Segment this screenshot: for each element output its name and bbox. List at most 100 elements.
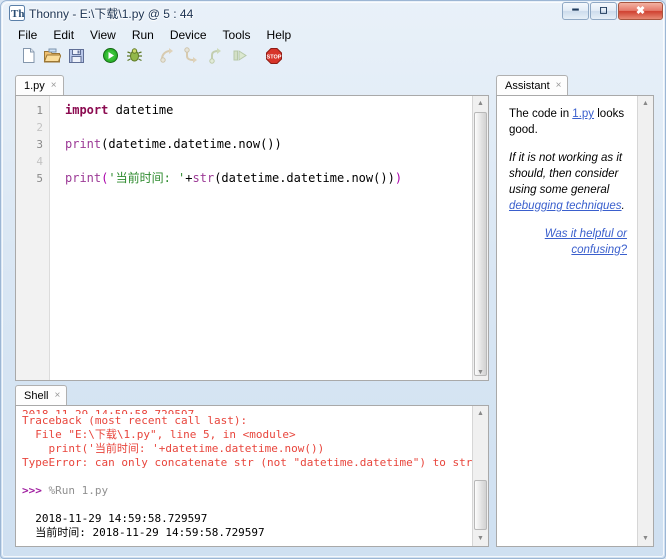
code-args-line5: (datetime.datetime.now()) [214,171,395,185]
window-controls: ━ ◻ ✖ [561,2,663,20]
stop-icon: STOP [265,47,283,68]
step-out-button[interactable] [205,46,227,68]
shell-line-file: File "E:\下载\1.py", line 5, in <module> [22,428,296,441]
assistant-paragraph-summary: The code in 1.py looks good. [509,106,627,138]
title-bar[interactable]: Th Thonny - E:\下载\1.py @ 5 : 44 ━ ◻ ✖ [1,1,666,25]
maximize-icon: ◻ [599,5,608,16]
menu-item-tools[interactable]: Tools [215,27,259,43]
shell-output-text[interactable]: 2018-11-29 14:59:58.729597 Traceback (mos… [16,406,472,546]
step-into-icon [183,47,201,67]
run-icon [102,47,119,67]
svg-text:Th: Th [11,8,24,20]
assistant-body: The code in 1.py looks good. If it is no… [496,95,654,547]
code-args-line3: (datetime.datetime.now()) [101,137,282,151]
minimize-button[interactable]: ━ [562,2,589,20]
assistant-tab-label: Assistant [505,79,550,92]
resume-button[interactable] [229,46,251,68]
assistant-hint-before: If it is not working as it should, then … [509,152,623,196]
assistant-tab[interactable]: Assistant × [496,75,569,95]
step-over-icon [159,47,177,67]
new-file-button[interactable] [17,46,39,68]
scroll-up-arrow-icon[interactable]: ▲ [473,96,488,111]
code-plus-line5: + [185,171,193,185]
maximize-button[interactable]: ◻ [590,2,617,20]
close-icon: ✖ [635,4,646,17]
menu-item-help[interactable]: Help [259,27,300,43]
open-file-icon [43,47,62,67]
menu-item-file[interactable]: File [10,27,45,43]
code-module-datetime: datetime [108,103,174,117]
shell-prompt: >>> [22,484,42,497]
assistant-tab-close-icon[interactable]: × [556,80,562,91]
editor-scrollbar-thumb[interactable] [474,112,487,376]
assistant-tabbar: Assistant × [496,75,569,96]
shell-body[interactable]: 2018-11-29 14:59:58.729597 Traceback (mos… [15,405,489,547]
shell-tabbar: Shell × [15,385,68,406]
run-button[interactable] [99,46,121,68]
shell-line-traceback: Traceback (most recent call last): [22,414,248,427]
editor-vertical-scrollbar[interactable]: ▲ ▼ [472,96,488,380]
editor-tab-label: 1.py [24,79,45,92]
shell-tab-close-icon[interactable]: × [54,390,60,401]
code-call-print-line5: print [65,171,102,185]
assistant-scroll-down-arrow-icon[interactable]: ▼ [638,531,653,546]
open-file-button[interactable] [41,46,63,68]
assistant-vertical-scrollbar[interactable]: ▲ ▼ [637,96,653,546]
shell-output-current-time: 当前时间: 2018-11-29 14:59:58.729597 [22,526,265,539]
menu-item-run[interactable]: Run [124,27,162,43]
step-over-button[interactable] [157,46,179,68]
debug-button[interactable] [123,46,145,68]
shell-scroll-up-arrow-icon[interactable]: ▲ [473,406,488,421]
step-into-button[interactable] [181,46,203,68]
assistant-feedback-link[interactable]: Was it helpful or confusing? [545,228,627,256]
shell-vertical-scrollbar[interactable]: ▲ ▼ [472,406,488,546]
menu-item-view[interactable]: View [82,27,124,43]
thonny-logo-icon: Th [9,5,25,21]
menu-item-device[interactable]: Device [162,27,215,43]
assistant-panel: Assistant × The code in 1.py looks good.… [496,75,654,547]
line-number: 1 [36,104,43,117]
save-file-button[interactable] [65,46,87,68]
assistant-summary-before: The code in [509,108,573,120]
menu-bar: File Edit View Run Device Tools Help [5,26,663,44]
menu-item-edit[interactable]: Edit [45,27,82,43]
code-call-print-line3: print [65,137,102,151]
assistant-link-1py[interactable]: 1.py [572,108,594,120]
shell-panel: Shell × 2018-11-29 14:59:58.729597 Traceb… [15,385,489,547]
window-title: Thonny - E:\下载\1.py @ 5 : 44 [29,7,194,21]
minimize-icon: ━ [572,5,579,16]
editor-line-number-gutter: 1 2 3 4 5 [16,96,50,380]
save-file-icon [68,47,85,67]
editor-body[interactable]: 1 2 3 4 5 import datetime print(datetime… [15,95,489,381]
code-paren-close-line5: ) [394,171,403,185]
shell-command-run: %Run 1.py [41,484,109,497]
assistant-hint-after: . [621,200,625,212]
toolbar: STOP [7,44,661,70]
assistant-scroll-up-arrow-icon[interactable]: ▲ [638,96,653,111]
code-keyword-import: import [65,103,109,117]
editor-tab-close-icon[interactable]: × [51,80,57,91]
shell-tab[interactable]: Shell × [15,385,68,405]
new-file-icon [20,47,37,67]
assistant-paragraph-hint: If it is not working as it should, then … [509,150,627,214]
stop-button[interactable]: STOP [263,46,285,68]
shell-line-typeerror: TypeError: can only concatenate str (not… [22,456,472,469]
shell-line-source: print('当前时间: '+datetime.datetime.now()) [22,442,325,455]
close-button[interactable]: ✖ [618,2,663,20]
scroll-down-arrow-icon[interactable]: ▼ [473,365,488,380]
shell-scrollbar-thumb[interactable] [474,480,487,530]
step-out-icon [208,47,225,67]
code-string-line5: '当前时间: ' [108,171,186,185]
line-number: 5 [36,172,43,185]
line-number: 3 [36,138,43,151]
assistant-feedback-row: Was it helpful or confusing? [509,226,627,258]
line-number: 4 [36,155,43,168]
editor-tab-1py[interactable]: 1.py × [15,75,64,95]
assistant-link-debugging-techniques[interactable]: debugging techniques [509,200,622,212]
shell-tab-label: Shell [24,389,49,402]
debug-icon [126,47,143,67]
shell-scroll-down-arrow-icon[interactable]: ▼ [473,531,488,546]
code-call-str-line5: str [192,171,215,185]
editor-tabbar: 1.py × [15,75,64,96]
code-text-area[interactable]: import datetime print(datetime.datetime.… [51,96,472,380]
